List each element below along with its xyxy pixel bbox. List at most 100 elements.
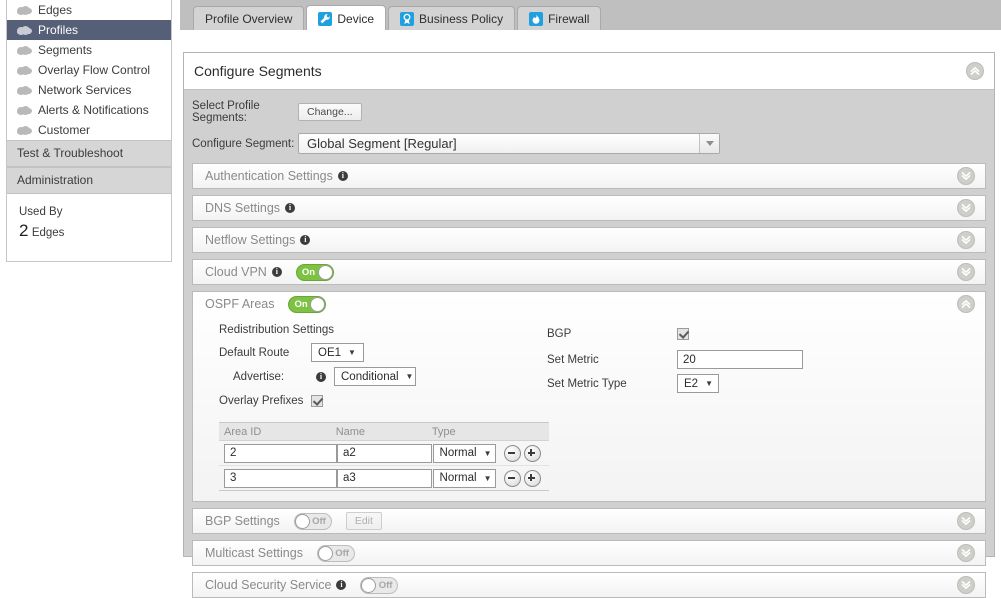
section-header-cloud-vpn[interactable]: Cloud VPN i On <box>193 260 985 284</box>
bgp-edit-button[interactable]: Edit <box>345 512 382 530</box>
section-authentication-settings: Authentication Settings i <box>192 163 986 189</box>
tab-firewall[interactable]: Firewall <box>517 6 602 31</box>
section-toggle-authentication-settings[interactable] <box>957 167 975 185</box>
section-header-bgp-settings[interactable]: BGP Settings Off Edit <box>193 509 985 533</box>
add-area-button[interactable] <box>523 444 541 462</box>
sidebar-item-segments[interactable]: Segments <box>7 40 171 60</box>
section-header-cloud-security-service[interactable]: Cloud Security Service i Off <box>193 573 985 597</box>
add-area-button[interactable] <box>523 469 541 487</box>
redistribution-settings-title: Redistribution Settings <box>219 324 335 336</box>
info-icon[interactable]: i <box>271 267 282 277</box>
toggle-knob <box>294 513 310 529</box>
sidebar-item-alerts-notifications[interactable]: Alerts & Notifications <box>7 100 171 120</box>
sidebar-item-label: Network Services <box>38 83 132 97</box>
area-name-input[interactable] <box>337 468 432 488</box>
sidebar-item-overlay-flow-control[interactable]: Overlay Flow Control <box>7 60 171 80</box>
set-metric-type-value: E2 <box>684 377 699 390</box>
tab-device[interactable]: Device <box>306 5 387 31</box>
double-chevron-down-icon <box>961 267 971 277</box>
section-title: BGP Settings <box>205 514 280 528</box>
section-header-multicast-settings[interactable]: Multicast Settings Off <box>193 541 985 565</box>
cloud-icon <box>17 80 32 100</box>
info-icon[interactable]: i <box>300 235 311 245</box>
double-chevron-down-icon <box>961 235 971 245</box>
used-by-panel: Used By 2 Edges <box>7 194 171 241</box>
section-title: Authentication Settings <box>205 169 333 183</box>
default-route-select[interactable]: OE1 ▼ <box>311 343 364 362</box>
section-header-dns-settings[interactable]: DNS Settings i <box>193 196 985 220</box>
column-header-name: Name <box>335 425 366 438</box>
double-chevron-down-icon <box>961 203 971 213</box>
select-profile-segments-row: Select Profile Segments: Change... <box>192 100 986 124</box>
advertise-select[interactable]: Conditional ▼ <box>334 367 416 386</box>
cloud-security-service-toggle[interactable]: Off <box>360 576 399 594</box>
sidebar-section-label: Administration <box>17 173 94 187</box>
section-header-ospf-areas[interactable]: OSPF Areas On <box>193 292 985 316</box>
section-toggle-multicast-settings[interactable] <box>957 544 975 562</box>
wrench-icon <box>318 11 333 26</box>
tab-label: Business Policy <box>419 12 504 26</box>
toggle-label: On <box>301 266 316 278</box>
info-icon[interactable]: i <box>316 371 326 382</box>
configure-segment-value: Global Segment [Regular] <box>307 136 457 151</box>
sidebar-item-edges[interactable]: Edges <box>7 0 171 20</box>
area-id-input[interactable] <box>224 468 337 488</box>
area-type-select[interactable]: Normal ▼ <box>432 468 496 488</box>
double-chevron-up-icon <box>970 66 980 76</box>
section-toggle-bgp-settings[interactable] <box>957 512 975 530</box>
change-segments-button[interactable]: Change... <box>298 103 362 121</box>
tab-label: Device <box>337 11 375 26</box>
section-header-authentication-settings[interactable]: Authentication Settings i <box>193 164 985 188</box>
section-title: DNS Settings <box>205 201 281 215</box>
flame-icon <box>529 12 544 26</box>
cloud-icon <box>17 60 32 80</box>
cloud-icon <box>17 100 32 120</box>
section-title: Multicast Settings <box>205 546 303 560</box>
overlay-prefixes-checkbox[interactable] <box>311 394 323 407</box>
section-toggle-cloud-vpn[interactable] <box>957 263 975 281</box>
remove-area-button[interactable] <box>503 469 521 487</box>
overlay-prefixes-label: Overlay Prefixes <box>219 394 304 407</box>
panel-collapse-button[interactable] <box>966 62 984 80</box>
set-metric-input[interactable] <box>677 350 803 369</box>
set-metric-type-select[interactable]: E2 ▼ <box>677 374 719 393</box>
cloud-vpn-toggle[interactable]: On <box>295 263 334 281</box>
ospf-areas-toggle[interactable]: On <box>288 295 327 313</box>
configure-segment-select[interactable]: Global Segment [Regular] <box>298 133 720 154</box>
multicast-settings-toggle[interactable]: Off <box>316 544 355 562</box>
area-name-input[interactable] <box>337 443 432 463</box>
sidebar-item-label: Edges <box>38 3 73 17</box>
toggle-label: On <box>294 298 308 310</box>
sidebar-item-customer[interactable]: Customer <box>7 120 171 140</box>
column-header-area-id: Area ID <box>224 425 262 438</box>
sidebar-item-label: Customer <box>38 123 91 137</box>
sidebar-section-administration[interactable]: Administration <box>7 167 171 194</box>
info-icon[interactable]: i <box>337 171 348 181</box>
area-id-input[interactable] <box>224 443 337 463</box>
section-toggle-dns-settings[interactable] <box>957 199 975 217</box>
section-cloud-security-service: Cloud Security Service i Off <box>192 572 986 598</box>
cloud-icon <box>17 0 32 20</box>
sidebar-section-label: Test & Troubleshoot <box>17 146 124 160</box>
section-toggle-ospf-areas[interactable] <box>957 295 975 313</box>
info-icon[interactable]: i <box>336 580 347 590</box>
section-toggle-cloud-security-service[interactable] <box>957 576 975 594</box>
table-row: Normal▼ <box>219 466 549 490</box>
tab-business-policy[interactable]: Business Policy <box>388 6 516 31</box>
area-type-select[interactable]: Normal ▼ <box>432 443 496 463</box>
sidebar-section-test-troubleshoot[interactable]: Test & Troubleshoot <box>7 140 171 167</box>
area-type-value: Normal <box>439 447 477 459</box>
bgp-label: BGP <box>547 327 572 340</box>
bgp-checkbox[interactable] <box>677 327 689 340</box>
section-header-netflow-settings[interactable]: Netflow Settings i <box>193 228 985 252</box>
remove-area-button[interactable] <box>503 444 521 462</box>
bgp-settings-toggle[interactable]: Off <box>293 512 332 530</box>
info-icon[interactable]: i <box>285 203 296 213</box>
configure-segment-row: Configure Segment: Global Segment [Regul… <box>192 133 986 154</box>
sidebar-item-label: Overlay Flow Control <box>38 63 151 77</box>
sidebar-item-network-services[interactable]: Network Services <box>7 80 171 100</box>
sidebar-item-profiles[interactable]: Profiles <box>7 20 171 40</box>
panel-header: Configure Segments <box>184 53 994 90</box>
tab-profile-overview[interactable]: Profile Overview <box>193 6 305 31</box>
section-toggle-netflow-settings[interactable] <box>957 231 975 249</box>
